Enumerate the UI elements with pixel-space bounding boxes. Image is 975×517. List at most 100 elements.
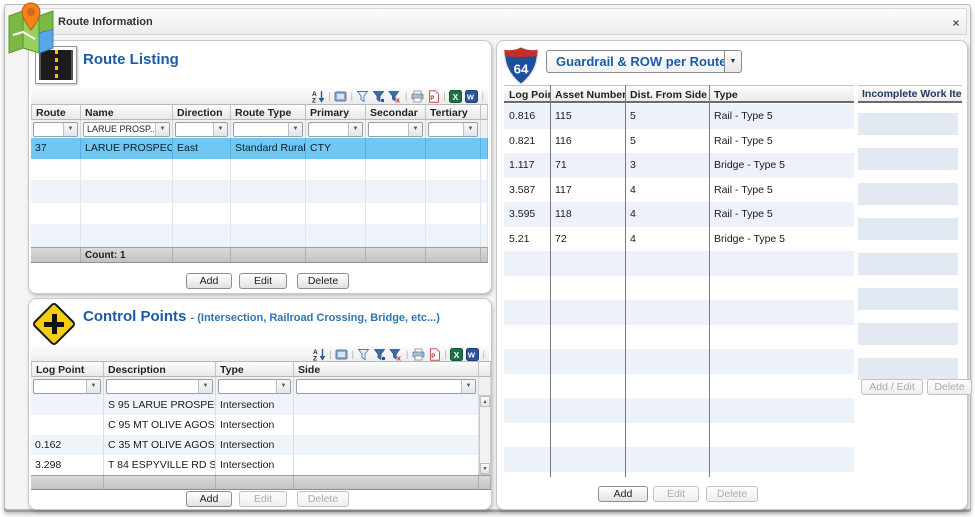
chevron-down-icon[interactable]: ▼: [63, 123, 77, 136]
pdf-icon[interactable]: P: [427, 347, 441, 361]
pdf-icon[interactable]: P: [426, 89, 440, 103]
guardrail-row[interactable]: 5.21 72 4 Bridge - Type 5: [504, 227, 854, 252]
route-delete-button[interactable]: Delete: [297, 273, 349, 289]
control-point-delete-button[interactable]: Delete: [297, 491, 349, 507]
column-header-route-type[interactable]: Route Type: [231, 104, 306, 120]
asset-type-selector[interactable]: Guardrail & ROW per Route ▼: [546, 50, 742, 73]
chevron-down-icon[interactable]: ▼: [198, 380, 212, 393]
cell-type: Intersection: [216, 395, 294, 415]
chevron-down-icon[interactable]: ▼: [725, 50, 742, 73]
svg-text:X: X: [453, 91, 459, 101]
filter-applied-icon[interactable]: [372, 89, 386, 103]
chevron-down-icon[interactable]: ▼: [408, 123, 422, 136]
filter-icon[interactable]: [357, 347, 371, 361]
column-header-secondar[interactable]: Secondar: [366, 104, 426, 120]
cell-secondar: [366, 138, 426, 159]
guardrail-delete-button[interactable]: Delete: [706, 486, 758, 502]
side-filter-combo[interactable]: ▼: [296, 379, 476, 394]
chevron-down-icon[interactable]: ▼: [348, 123, 362, 136]
toolbar-separator: |: [483, 349, 485, 359]
column-header-direction[interactable]: Direction: [173, 104, 231, 120]
close-icon[interactable]: ×: [947, 16, 965, 32]
excel-icon[interactable]: X: [450, 347, 464, 361]
tertiary-filter-combo[interactable]: ▼: [428, 122, 478, 137]
chevron-down-icon[interactable]: ▼: [288, 123, 302, 136]
control-point-row[interactable]: C 95 MT OLIVE AGOSTA RD Intersection: [31, 415, 491, 435]
print-preview-icon[interactable]: [334, 89, 348, 103]
chevron-down-icon[interactable]: ▼: [155, 123, 169, 136]
guardrail-add-button[interactable]: Add: [598, 486, 648, 502]
type-filter-combo[interactable]: ▼: [218, 379, 291, 394]
guardrail-row[interactable]: 3.595 118 4 Rail - Type 5: [504, 202, 854, 227]
cell-type: Rail - Type 5: [709, 129, 854, 154]
filter-clear-icon[interactable]: x: [388, 89, 402, 103]
control-point-row[interactable]: 3.298 T 84 ESPYVILLE RD S Intersection: [31, 455, 491, 475]
cell-dist-from-side: 5: [625, 129, 709, 154]
route-filter-combo[interactable]: ▼: [33, 122, 78, 137]
word-icon[interactable]: W: [466, 347, 480, 361]
guardrail-row[interactable]: 0.821 116 5 Rail - Type 5: [504, 129, 854, 154]
description-filter-combo[interactable]: ▼: [106, 379, 213, 394]
cell-description: S 95 LARUE PROSPECT RD: [104, 395, 216, 415]
cell-asset-number: 116: [550, 129, 625, 154]
column-header-type[interactable]: Type: [216, 361, 294, 377]
print-icon[interactable]: [410, 89, 424, 103]
svg-text:Z: Z: [312, 97, 316, 103]
summary-row: [31, 475, 491, 490]
secondar-filter-combo[interactable]: ▼: [368, 122, 423, 137]
chevron-down-icon[interactable]: ▼: [213, 123, 227, 136]
route-row-selected[interactable]: 37 LARUE PROSPECT RD East Standard Rural…: [31, 138, 488, 159]
control-points-scrollbar[interactable]: ▲ ▼: [479, 395, 491, 475]
filter-clear-icon[interactable]: x: [389, 347, 403, 361]
sort-az-icon[interactable]: AZ: [311, 89, 325, 103]
control-point-edit-button[interactable]: Edit: [239, 491, 287, 507]
column-header-primary[interactable]: Primary: [306, 104, 366, 120]
control-point-row[interactable]: S 95 LARUE PROSPECT RD Intersection: [31, 395, 491, 415]
excel-icon[interactable]: X: [449, 89, 463, 103]
column-header-route[interactable]: Route: [31, 104, 81, 120]
control-points-subtitle: - (Intersection, Railroad Crossing, Brid…: [191, 312, 440, 324]
guardrail-row[interactable]: 3.587 117 4 Rail - Type 5: [504, 178, 854, 203]
column-separator: [625, 85, 626, 477]
chevron-down-icon[interactable]: ▼: [276, 380, 290, 393]
route-edit-button[interactable]: Edit: [239, 273, 287, 289]
sort-az-icon[interactable]: AZ: [312, 347, 326, 361]
guardrail-edit-button[interactable]: Edit: [653, 486, 699, 502]
scroll-up-icon[interactable]: ▲: [480, 396, 490, 407]
work-item-delete-button[interactable]: Delete: [927, 379, 972, 395]
scroll-down-icon[interactable]: ▼: [480, 463, 490, 474]
direction-filter-combo[interactable]: ▼: [175, 122, 228, 137]
scrollbar-track[interactable]: [480, 407, 490, 463]
column-header-incomplete-work-item[interactable]: Incomplete Work Item: [858, 85, 962, 102]
interstate-shield-icon: 64: [502, 46, 540, 86]
control-points-title-text: Control Points: [83, 308, 186, 325]
route-listing-filter-row: ▼ LARUE PROSP...▼ ▼ ▼ ▼ ▼ ▼: [31, 120, 488, 138]
column-header-tertiary[interactable]: Tertiary: [426, 104, 481, 120]
primary-filter-combo[interactable]: ▼: [308, 122, 363, 137]
column-header-name[interactable]: Name: [81, 104, 173, 120]
column-header-side[interactable]: Side: [294, 361, 479, 377]
intersection-sign-icon: [31, 301, 76, 346]
print-icon[interactable]: [411, 347, 425, 361]
print-preview-icon[interactable]: [335, 347, 349, 361]
log-point-filter-combo[interactable]: ▼: [33, 379, 101, 394]
control-point-add-button[interactable]: Add: [186, 491, 232, 507]
cell-description: C 35 MT OLIVE AGOSTA RD: [104, 435, 216, 455]
chevron-down-icon[interactable]: ▼: [86, 380, 100, 393]
column-header-description[interactable]: Description: [104, 361, 216, 377]
name-filter-combo[interactable]: LARUE PROSP...▼: [83, 122, 170, 137]
work-item-add-edit-button[interactable]: Add / Edit: [861, 379, 923, 395]
word-icon[interactable]: W: [465, 89, 479, 103]
guardrail-row[interactable]: 1.117 71 3 Bridge - Type 5: [504, 153, 854, 178]
column-header-log-point[interactable]: Log Point: [31, 361, 104, 377]
chevron-down-icon[interactable]: ▼: [463, 123, 477, 136]
guardrail-row[interactable]: 0.816 115 5 Rail - Type 5: [504, 104, 854, 129]
chevron-down-icon[interactable]: ▼: [461, 380, 475, 393]
filter-applied-icon[interactable]: [373, 347, 387, 361]
route-type-filter-combo[interactable]: ▼: [233, 122, 303, 137]
filter-icon[interactable]: [356, 89, 370, 103]
empty-row: [504, 374, 854, 399]
route-add-button[interactable]: Add: [186, 273, 232, 289]
map-app-icon: [5, 1, 57, 57]
control-point-row[interactable]: 0.162 C 35 MT OLIVE AGOSTA RD Intersecti…: [31, 435, 491, 455]
